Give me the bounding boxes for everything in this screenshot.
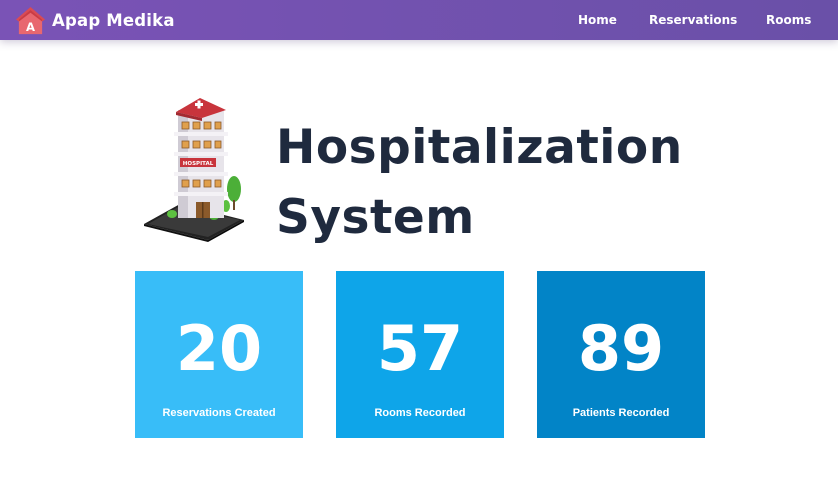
hospital-building-illustration: HOSPITAL bbox=[144, 98, 244, 242]
brand[interactable]: A Apap Medika bbox=[15, 5, 175, 35]
page-title-line-1: Hospitalization bbox=[276, 120, 683, 175]
page-title-line-2: System bbox=[276, 190, 475, 245]
logo-letter: A bbox=[26, 20, 35, 34]
stat-value-reservations: 20 bbox=[175, 312, 263, 385]
stat-label-reservations: Reservations Created bbox=[162, 407, 276, 419]
brand-name: Apap Medika bbox=[52, 10, 175, 30]
stat-value-patients: 89 bbox=[577, 312, 665, 385]
page-title: Hospitalization System bbox=[276, 113, 683, 253]
stat-card-reservations: 20 Reservations Created bbox=[135, 271, 303, 438]
nav-link-rooms[interactable]: Rooms bbox=[766, 12, 811, 28]
stat-card-rooms: 57 Rooms Recorded bbox=[336, 271, 504, 438]
house-logo-icon: A bbox=[15, 6, 46, 34]
stat-label-rooms: Rooms Recorded bbox=[374, 407, 466, 419]
nav-link-reservations[interactable]: Reservations bbox=[649, 12, 737, 28]
stat-card-patients: 89 Patients Recorded bbox=[537, 271, 705, 438]
navbar: A Apap Medika Home Reservations Rooms bbox=[0, 0, 838, 40]
nav-link-home[interactable]: Home bbox=[578, 12, 617, 28]
stat-value-rooms: 57 bbox=[376, 312, 464, 385]
stat-label-patients: Patients Recorded bbox=[572, 407, 670, 419]
hospital-sign-text: HOSPITAL bbox=[183, 161, 214, 167]
